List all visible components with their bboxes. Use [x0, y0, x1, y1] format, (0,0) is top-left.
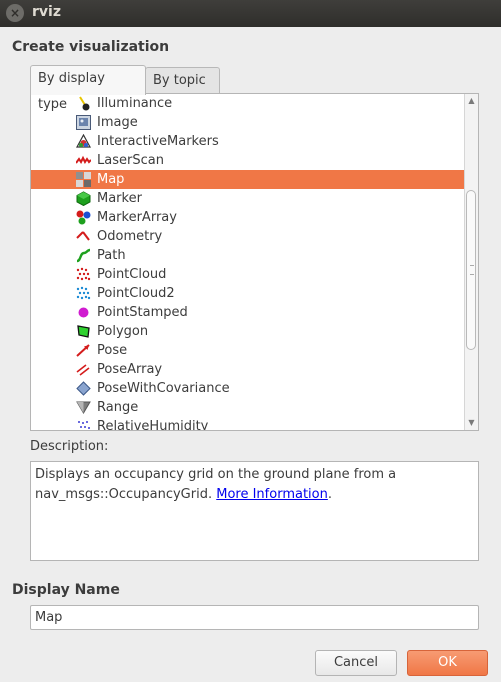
list-item-odometry[interactable]: Odometry: [31, 227, 465, 246]
list-item-label: Image: [97, 115, 138, 130]
list-item-posearray[interactable]: PoseArray: [31, 360, 465, 379]
list-item-label: Path: [97, 248, 126, 263]
list-item-illuminance[interactable]: Illuminance: [31, 94, 465, 113]
list-item-image[interactable]: Image: [31, 113, 465, 132]
title-bar: × rviz: [0, 0, 501, 27]
scroll-down-icon[interactable]: ▼: [465, 416, 478, 430]
window-title: rviz: [32, 4, 61, 20]
cancel-button[interactable]: Cancel: [315, 650, 397, 676]
list-item-map[interactable]: Map: [31, 170, 465, 189]
grip-icon: [470, 265, 474, 275]
list-item-path[interactable]: Path: [31, 246, 465, 265]
list-scrollbar[interactable]: ▲ ▼: [464, 94, 478, 430]
list-item-label: PointCloud2: [97, 286, 175, 301]
odometry-icon: [76, 229, 91, 244]
marker-icon: [76, 191, 91, 207]
scroll-up-icon[interactable]: ▲: [465, 94, 478, 108]
list-item-label: Illuminance: [97, 96, 173, 111]
list-item-label: PoseArray: [97, 362, 163, 377]
list-item-laserscan[interactable]: LaserScan: [31, 151, 465, 170]
list-item-interactivemarkers[interactable]: InteractiveMarkers: [31, 132, 465, 151]
list-item-range[interactable]: Range: [31, 398, 465, 417]
list-item-label: Map: [97, 172, 125, 187]
point-cloud-icon: [76, 267, 91, 282]
interactive-markers-icon: [75, 133, 92, 149]
list-item-label: LaserScan: [97, 153, 164, 168]
ok-button[interactable]: OK: [407, 650, 488, 676]
list-item-marker[interactable]: Marker: [31, 189, 465, 208]
description-trailing: .: [327, 487, 332, 502]
display-name-heading: Display Name: [12, 582, 120, 598]
scroll-thumb[interactable]: [466, 190, 476, 350]
range-icon: [76, 400, 91, 415]
pose-icon: [76, 343, 91, 358]
list-item-polygon[interactable]: Polygon: [31, 322, 465, 341]
point-cloud2-icon: [76, 286, 91, 301]
list-item-label: PoseWithCovariance: [97, 381, 230, 396]
marker-array-icon: [76, 210, 91, 225]
list-item-label: MarkerArray: [97, 210, 177, 225]
list-item-pointstamped[interactable]: PointStamped: [31, 303, 465, 322]
polygon-icon: [76, 324, 91, 339]
tab-by-topic[interactable]: By topic: [145, 67, 220, 93]
list-item-label: Odometry: [97, 229, 163, 244]
list-item-label: Pose: [97, 343, 128, 358]
pose-with-covariance-icon: [76, 381, 91, 396]
description-box: Displays an occupancy grid on the ground…: [30, 461, 479, 561]
cancel-button-label: Cancel: [333, 655, 379, 670]
display-type-list[interactable]: Illuminance Image InteractiveMarkers LaserS…: [30, 93, 479, 431]
image-icon: [76, 115, 91, 130]
list-item-label: PointCloud: [97, 267, 167, 282]
ok-button-label: OK: [438, 655, 457, 670]
list-item-label: Polygon: [97, 324, 149, 339]
list-item-pointcloud2[interactable]: PointCloud2: [31, 284, 465, 303]
map-icon: [76, 172, 91, 187]
list-item-pointcloud[interactable]: PointCloud: [31, 265, 465, 284]
list-item-relativehumidity[interactable]: RelativeHumidity: [31, 417, 465, 431]
pose-array-icon: [76, 362, 91, 377]
list-item-markerarray[interactable]: MarkerArray: [31, 208, 465, 227]
point-stamped-icon: [76, 305, 91, 320]
description-label: Description:: [30, 439, 109, 454]
display-name-input[interactable]: Map: [30, 605, 479, 630]
list-item-label: Marker: [97, 191, 142, 206]
create-visualization-heading: Create visualization: [12, 39, 170, 55]
list-item-label: PointStamped: [97, 305, 188, 320]
laser-scan-icon: [75, 153, 92, 168]
list-item-pose[interactable]: Pose: [31, 341, 465, 360]
more-information-link[interactable]: More Information: [216, 487, 328, 502]
tab-by-display-type[interactable]: By display type: [30, 65, 146, 112]
list-item-label: InteractiveMarkers: [97, 134, 219, 149]
illuminance-icon: [76, 96, 91, 111]
list-item-posewithcovariance[interactable]: PoseWithCovariance: [31, 379, 465, 398]
list-item-label: RelativeHumidity: [97, 419, 209, 431]
list-item-label: Range: [97, 400, 139, 415]
path-icon: [76, 248, 91, 263]
close-icon[interactable]: ×: [6, 4, 24, 22]
relative-humidity-icon: [76, 419, 91, 430]
